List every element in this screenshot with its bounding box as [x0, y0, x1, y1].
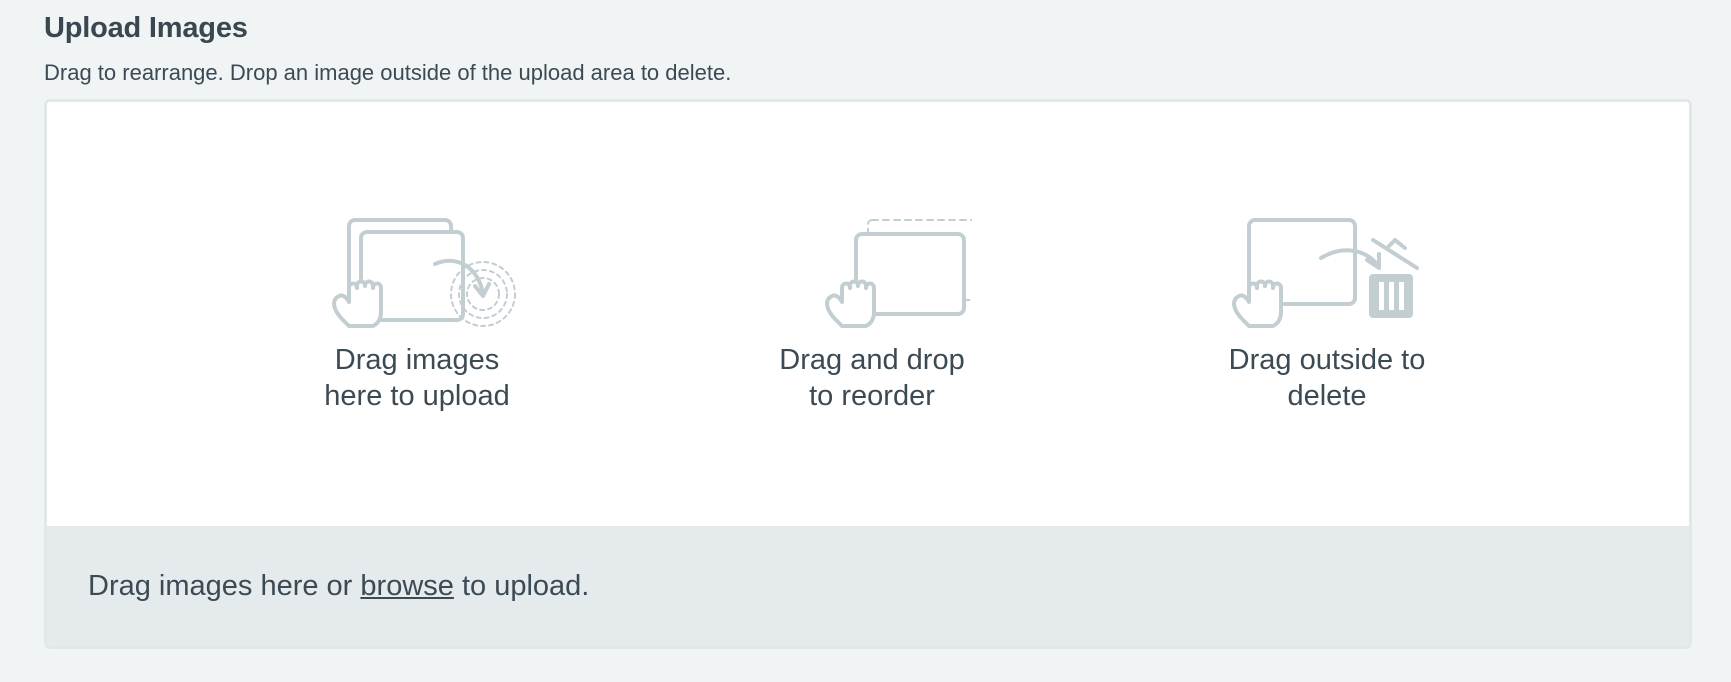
upload-bar-prefix: Drag images here or	[88, 570, 361, 602]
browse-link[interactable]: browse	[360, 570, 454, 602]
hint-delete-line2: delete	[1287, 380, 1367, 412]
hint-upload-line1: Drag images	[334, 344, 500, 376]
hint-delete-line1: Drag outside to	[1228, 344, 1426, 376]
hint-reorder-line2: to reorder	[809, 380, 935, 412]
hint-reorder: Drag and drop to reorder	[722, 212, 1022, 414]
drag-delete-icon	[1232, 218, 1419, 328]
upload-instructions: Drag to rearrange. Drop an image outside…	[44, 60, 732, 85]
hint-delete: Drag outside to delete	[1177, 212, 1477, 414]
upload-bar[interactable]: Drag images here or browse to upload.	[47, 526, 1689, 646]
drag-upload-icon	[332, 218, 516, 328]
image-dropzone[interactable]: Drag images here to upload Drag and drop…	[47, 102, 1689, 526]
hint-upload: Drag images here to upload	[267, 212, 567, 414]
hint-upload-label: Drag images here to upload	[267, 342, 567, 414]
hint-reorder-label: Drag and drop to reorder	[722, 342, 1022, 414]
drag-reorder-icon	[825, 219, 972, 328]
hint-upload-line2: here to upload	[324, 380, 510, 412]
upload-bar-suffix: to upload.	[453, 570, 590, 602]
upload-bar-text: Drag images here or browse to upload.	[88, 570, 589, 603]
page-title: Upload Images	[44, 12, 248, 44]
hint-reorder-line1: Drag and drop	[779, 344, 965, 376]
hint-delete-label: Drag outside to delete	[1177, 342, 1477, 414]
image-upload-area[interactable]: Drag images here to upload Drag and drop…	[44, 99, 1692, 649]
